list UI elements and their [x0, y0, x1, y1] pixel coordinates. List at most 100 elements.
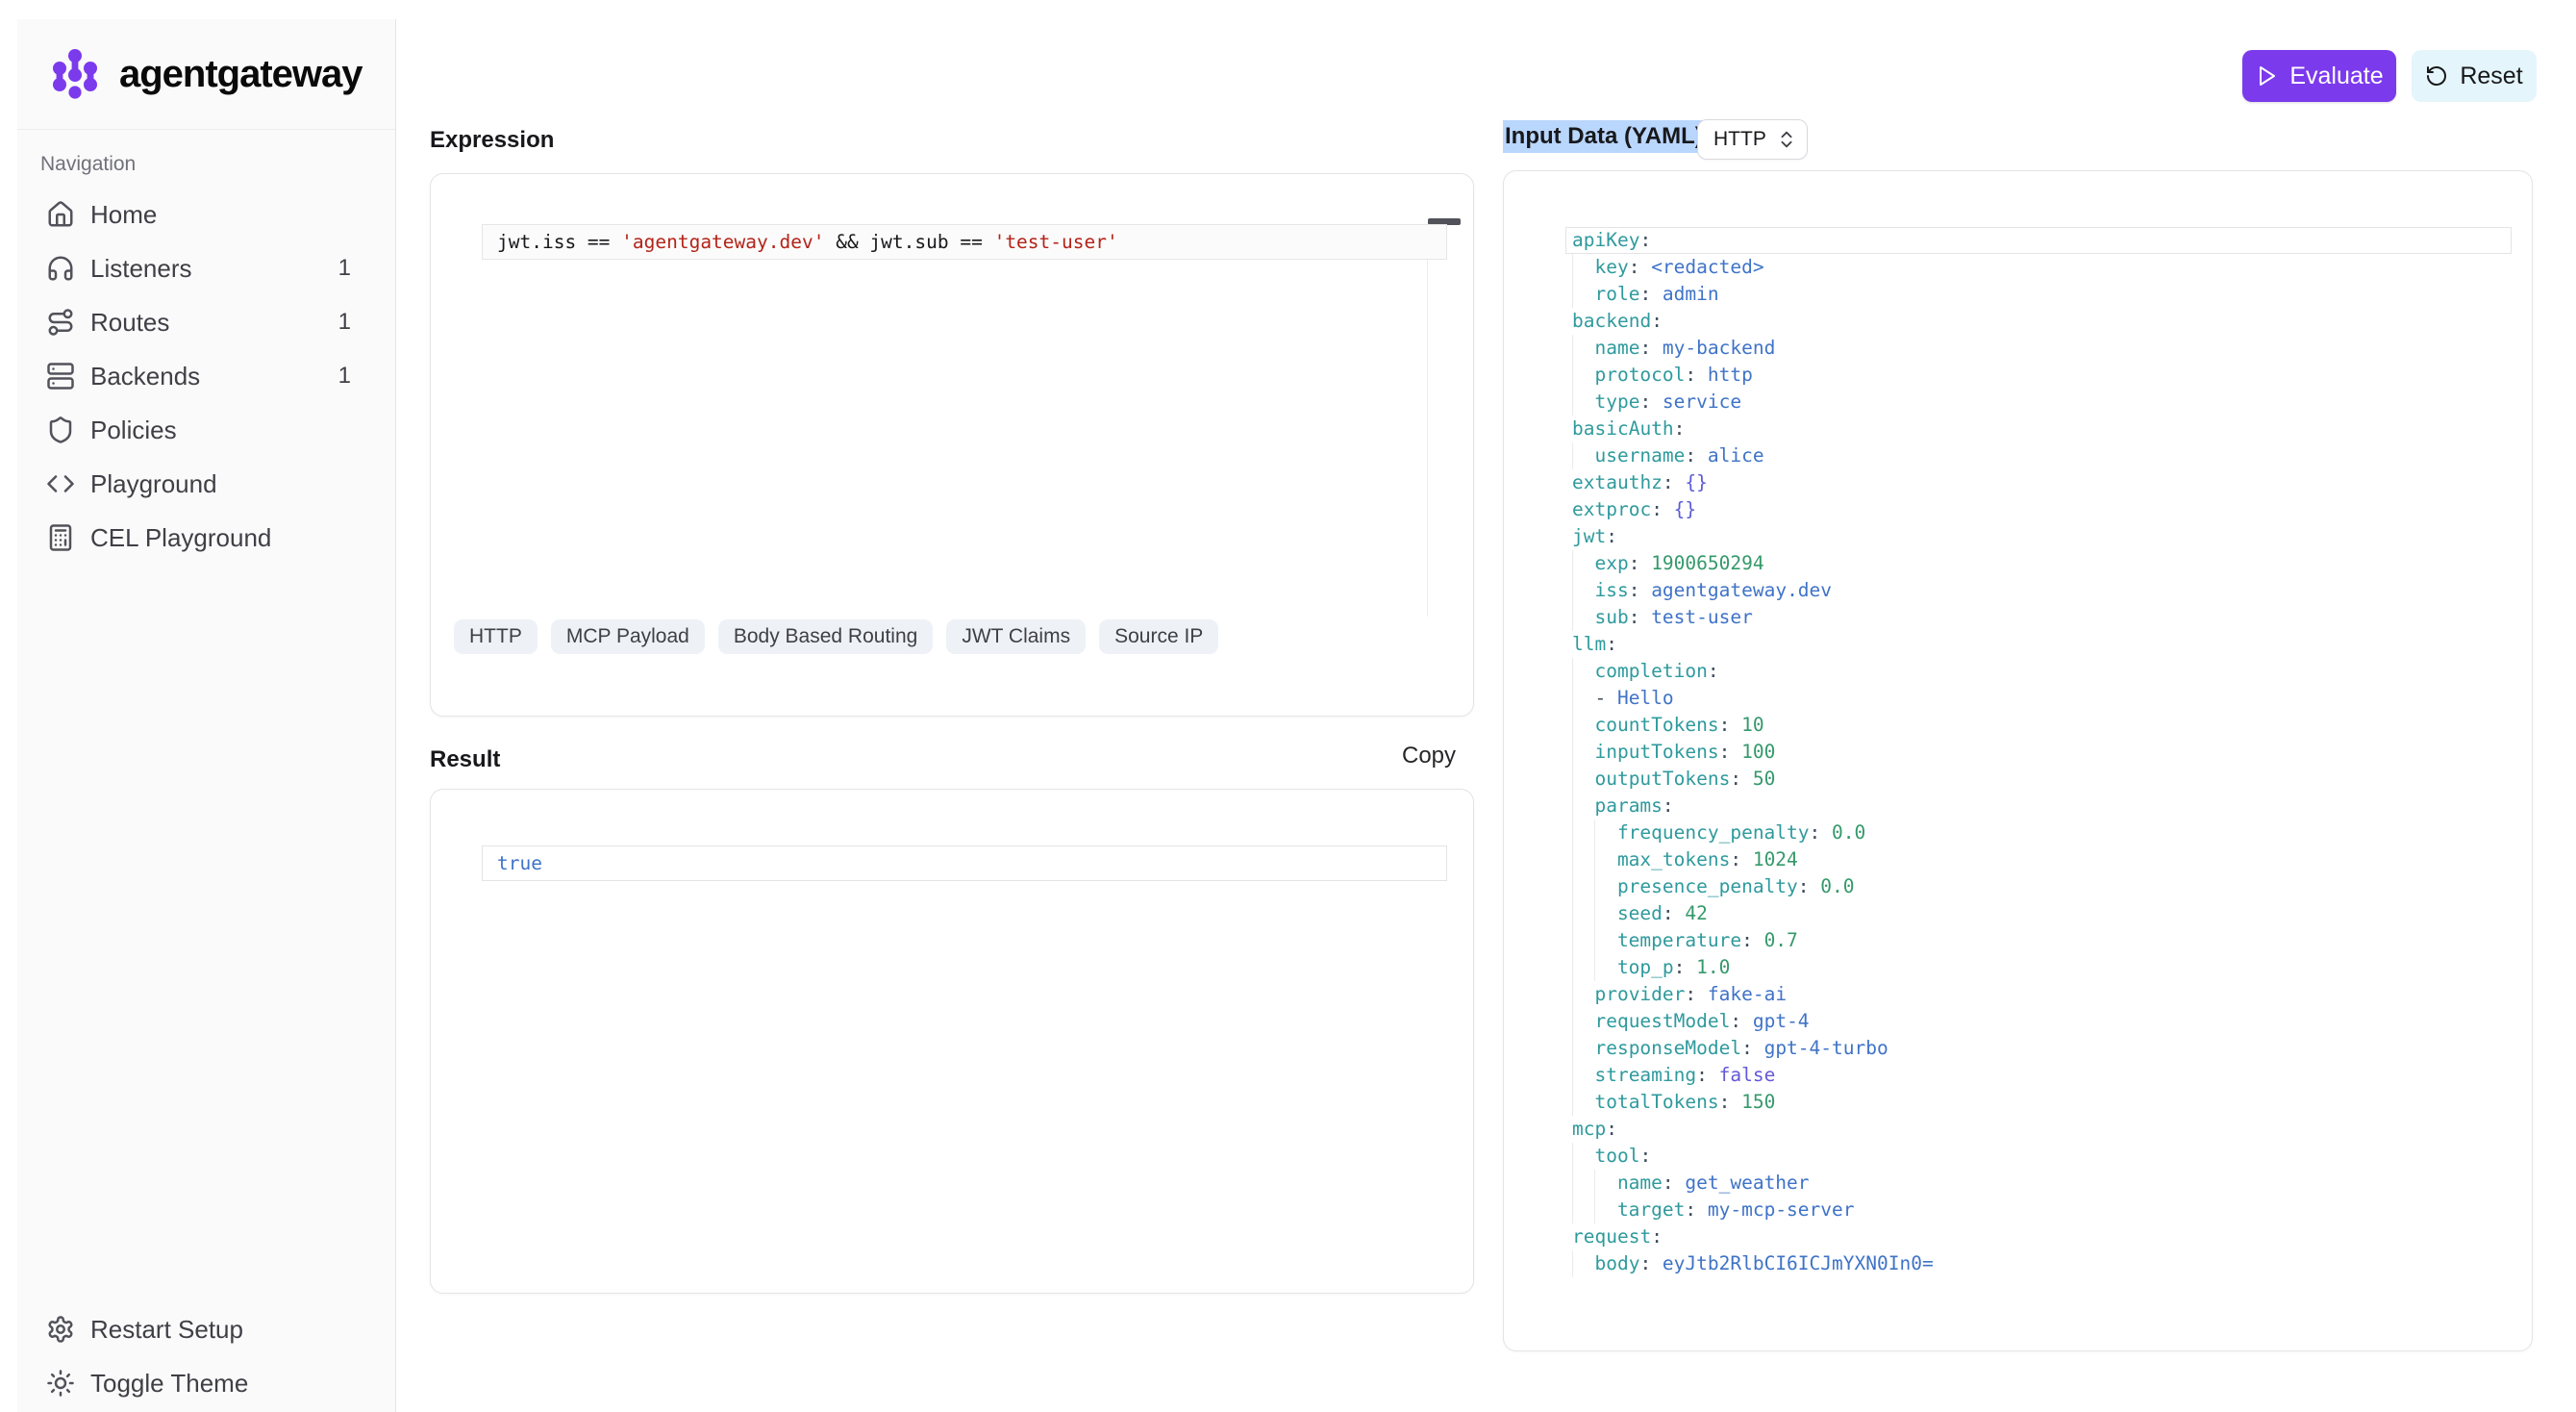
indent-guide	[1572, 1170, 1594, 1197]
tag-chip-jwt-claims[interactable]: JWT Claims	[946, 619, 1086, 654]
sidebar-item-home[interactable]: Home	[25, 188, 388, 241]
sidebar-item-backends[interactable]: Backends 1	[25, 349, 388, 403]
yaml-line: completion:	[1565, 658, 2512, 685]
shield-icon	[46, 416, 75, 444]
yaml-line: username: alice	[1565, 442, 2512, 469]
result-value-line[interactable]: true	[482, 845, 1447, 881]
count-badge: 1	[338, 255, 351, 282]
indent-guide	[1572, 658, 1594, 685]
yaml-line: seed: 42	[1565, 900, 2512, 927]
sidebar-item-restart-setup[interactable]: Restart Setup	[25, 1302, 388, 1356]
tag-chip-source-ip[interactable]: Source IP	[1099, 619, 1218, 654]
indent-guide	[1572, 389, 1594, 416]
yaml-line: target: my-mcp-server	[1565, 1197, 2512, 1223]
indent-guide	[1572, 1062, 1594, 1089]
yaml-line: mcp:	[1565, 1116, 2512, 1143]
indent-guide	[1572, 873, 1594, 900]
headphones-icon	[46, 254, 75, 283]
indent-guide	[1572, 1250, 1594, 1277]
expression-card: jwt.iss == 'agentgateway.dev' && jwt.sub…	[430, 173, 1474, 717]
result-title: Result	[430, 746, 500, 773]
chevrons-up-down-icon	[1776, 129, 1797, 150]
sidebar-item-toggle-theme[interactable]: Toggle Theme	[25, 1356, 388, 1410]
input-type-select[interactable]: HTTP	[1697, 119, 1808, 160]
yaml-line: presence_penalty: 0.0	[1565, 873, 2512, 900]
indent-guide	[1572, 362, 1594, 389]
indent-guide	[1572, 685, 1594, 712]
sidebar-item-listeners[interactable]: Listeners 1	[25, 241, 388, 295]
yaml-line: provider: fake-ai	[1565, 981, 2512, 1008]
yaml-editor[interactable]: apiKey:key: <redacted>role: adminbackend…	[1565, 227, 2512, 1277]
indent-guide	[1572, 927, 1594, 954]
yaml-line: extproc: {}	[1565, 496, 2512, 523]
copy-button[interactable]: Copy	[1402, 743, 1456, 769]
sidebar-nav: Home Listeners 1 Routes 1 Backends 1 Pol…	[17, 188, 395, 565]
indent-guide	[1594, 1197, 1616, 1223]
indent-guide	[1594, 873, 1616, 900]
yaml-line: max_tokens: 1024	[1565, 846, 2512, 873]
yaml-line: type: service	[1565, 389, 2512, 416]
indent-guide	[1572, 900, 1594, 927]
tag-chip-body-based-routing[interactable]: Body Based Routing	[718, 619, 933, 654]
yaml-line: - Hello	[1565, 685, 2512, 712]
indent-guide	[1572, 981, 1594, 1008]
indent-guide	[1594, 846, 1616, 873]
logo[interactable]: agentgateway	[17, 19, 395, 130]
selected-text-highlight: Input Data (YAML)	[1503, 120, 1708, 153]
tag-chip-http[interactable]: HTTP	[454, 619, 538, 654]
tag-chip-mcp-payload[interactable]: MCP Payload	[551, 619, 705, 654]
yaml-line: basicAuth:	[1565, 416, 2512, 442]
app-title: agentgateway	[119, 53, 363, 96]
expression-title: Expression	[430, 127, 554, 154]
indent-guide	[1572, 442, 1594, 469]
yaml-line: responseModel: gpt-4-turbo	[1565, 1035, 2512, 1062]
indent-guide	[1572, 1035, 1594, 1062]
yaml-line: name: my-backend	[1565, 335, 2512, 362]
expression-code-line[interactable]: jwt.iss == 'agentgateway.dev' && jwt.sub…	[482, 224, 1447, 260]
indent-guide	[1572, 1008, 1594, 1035]
indent-guide	[1594, 954, 1616, 981]
indent-guide	[1572, 1089, 1594, 1116]
reset-button[interactable]: Reset	[2412, 50, 2537, 102]
expression-tag-row: HTTP MCP Payload Body Based Routing JWT Cla…	[454, 619, 1218, 654]
route-icon	[46, 308, 75, 337]
sidebar-item-cel-playground[interactable]: CEL Playground	[25, 511, 388, 565]
indent-guide	[1572, 281, 1594, 308]
indent-guide	[1572, 577, 1594, 604]
yaml-line: streaming: false	[1565, 1062, 2512, 1089]
indent-guide	[1572, 335, 1594, 362]
home-icon	[46, 200, 75, 229]
yaml-line: backend:	[1565, 308, 2512, 335]
sidebar-item-routes[interactable]: Routes 1	[25, 295, 388, 349]
indent-guide	[1572, 1143, 1594, 1170]
evaluate-button[interactable]: Evaluate	[2242, 50, 2396, 102]
yaml-line: name: get_weather	[1565, 1170, 2512, 1197]
sidebar-item-playground[interactable]: Playground	[25, 457, 388, 511]
code-icon	[46, 469, 75, 498]
indent-guide	[1572, 766, 1594, 793]
yaml-line: role: admin	[1565, 281, 2512, 308]
yaml-line: temperature: 0.7	[1565, 927, 2512, 954]
indent-guide	[1572, 954, 1594, 981]
yaml-line: jwt:	[1565, 523, 2512, 550]
sidebar: agentgateway Navigation Home Listeners 1…	[17, 19, 396, 1412]
indent-guide	[1572, 550, 1594, 577]
editor-right-edge	[1427, 224, 1428, 617]
yaml-line: params:	[1565, 793, 2512, 819]
indent-guide	[1572, 819, 1594, 846]
yaml-line: countTokens: 10	[1565, 712, 2512, 739]
indent-guide	[1594, 1170, 1616, 1197]
result-card: true	[430, 789, 1474, 1294]
yaml-line: inputTokens: 100	[1565, 739, 2512, 766]
indent-guide	[1572, 793, 1594, 819]
sun-icon	[46, 1369, 75, 1398]
yaml-line: llm:	[1565, 631, 2512, 658]
yaml-line: request:	[1565, 1223, 2512, 1250]
sidebar-item-policies[interactable]: Policies	[25, 403, 388, 457]
sidebar-footer: Restart Setup Toggle Theme	[17, 1302, 395, 1412]
yaml-line: protocol: http	[1565, 362, 2512, 389]
indent-guide	[1572, 712, 1594, 739]
server-icon	[46, 362, 75, 391]
yaml-line: frequency_penalty: 0.0	[1565, 819, 2512, 846]
indent-guide	[1572, 739, 1594, 766]
